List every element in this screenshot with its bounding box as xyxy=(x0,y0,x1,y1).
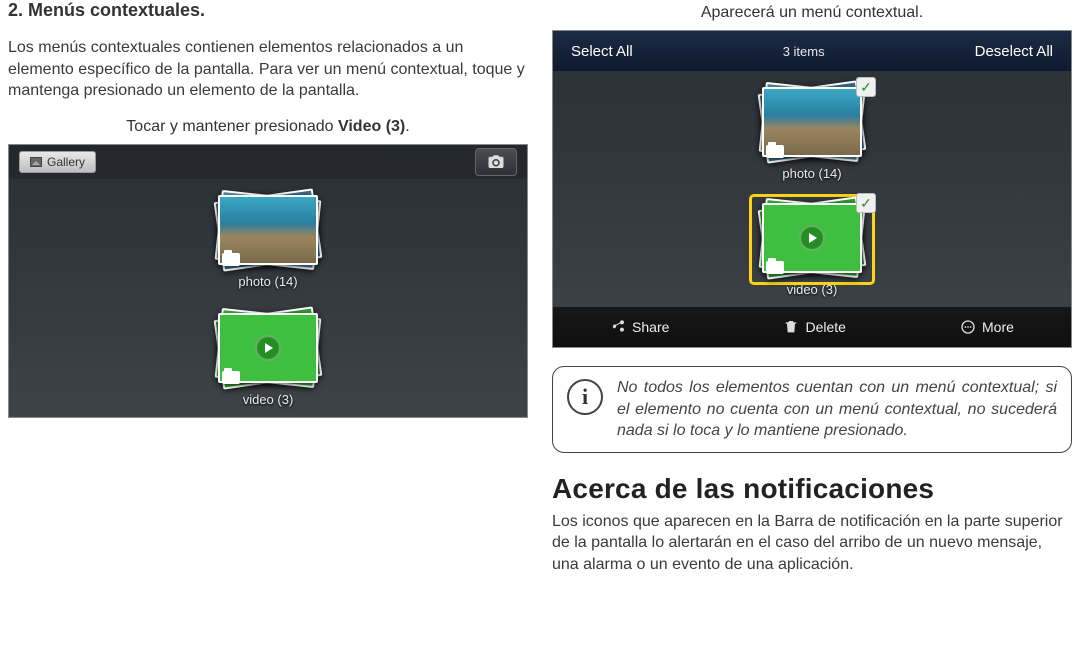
info-icon: i xyxy=(567,379,603,415)
picture-icon xyxy=(30,157,42,167)
heading-notifications: Acerca de las notificaciones xyxy=(552,473,1072,505)
section-heading-2: 2. Menús contextuales. xyxy=(8,0,528,21)
folder-icon xyxy=(766,261,784,274)
more-label: More xyxy=(982,319,1014,335)
photo-label: photo (14) xyxy=(208,274,328,289)
notifications-paragraph: Los iconos que aparecen en la Barra de n… xyxy=(552,511,1072,576)
gallery-chip-label: Gallery xyxy=(47,155,85,169)
photo-album-group[interactable]: photo (14) xyxy=(208,189,328,289)
photo-album-group[interactable]: ✓ photo (14) xyxy=(752,81,872,181)
folder-icon xyxy=(766,145,784,158)
video-stack-selected: ✓ xyxy=(752,197,872,282)
checkmark-icon: ✓ xyxy=(856,77,876,97)
caption-context-appears: Aparecerá un menú contextual. xyxy=(552,4,1072,22)
photo-label: photo (14) xyxy=(752,166,872,181)
share-button[interactable]: Share xyxy=(610,319,669,335)
delete-label: Delete xyxy=(805,319,845,335)
photo-stack: ✓ xyxy=(752,81,872,166)
right-column: Aparecerá un menú contextual. Select All… xyxy=(552,0,1072,668)
gallery1-body: photo (14) video (3) xyxy=(9,179,527,417)
play-icon xyxy=(255,335,281,361)
caption-video3: Tocar y mantener presionado Video (3). xyxy=(8,118,528,136)
gallery-chip[interactable]: Gallery xyxy=(19,151,96,173)
camera-icon xyxy=(487,153,505,171)
play-icon xyxy=(799,225,825,251)
gallery1-topbar: Gallery xyxy=(9,145,527,179)
left-column: 2. Menús contextuales. Los menús context… xyxy=(8,0,528,668)
caption-video3-post: . xyxy=(405,118,409,135)
photo-stack xyxy=(208,189,328,274)
gallery-screenshot-1: Gallery photo (14) xyxy=(8,144,528,418)
share-label: Share xyxy=(632,319,669,335)
video-stack xyxy=(208,307,328,392)
video-label: video (3) xyxy=(208,392,328,407)
more-icon xyxy=(960,319,976,335)
video-label: video (3) xyxy=(752,282,872,297)
trash-icon xyxy=(783,319,799,335)
share-icon xyxy=(610,319,626,335)
video-album-group[interactable]: video (3) xyxy=(208,307,328,407)
selection-count: 3 items xyxy=(783,44,825,59)
video-album-group-selected[interactable]: ✓ video (3) xyxy=(752,197,872,297)
info-callout: i No todos los elementos cuentan con un … xyxy=(552,366,1072,453)
context-menu-intro: Los menús contextuales contienen element… xyxy=(8,37,528,102)
gallery2-body: ✓ photo (14) ✓ video (3) xyxy=(553,71,1071,307)
select-all-button[interactable]: Select All xyxy=(571,43,633,60)
folder-icon xyxy=(222,371,240,384)
more-button[interactable]: More xyxy=(960,319,1014,335)
info-text: No todos los elementos cuentan con un me… xyxy=(617,377,1057,442)
context-bottombar: Share Delete More xyxy=(553,307,1071,347)
deselect-all-button[interactable]: Deselect All xyxy=(975,43,1053,60)
caption-video3-pre: Tocar y mantener presionado xyxy=(126,118,338,135)
selection-topbar: Select All 3 items Deselect All xyxy=(553,31,1071,71)
checkmark-icon: ✓ xyxy=(856,193,876,213)
caption-video3-bold: Video (3) xyxy=(338,118,405,135)
camera-button[interactable] xyxy=(475,148,517,176)
gallery-screenshot-2: Select All 3 items Deselect All ✓ photo … xyxy=(552,30,1072,348)
delete-button[interactable]: Delete xyxy=(783,319,845,335)
folder-icon xyxy=(222,253,240,266)
